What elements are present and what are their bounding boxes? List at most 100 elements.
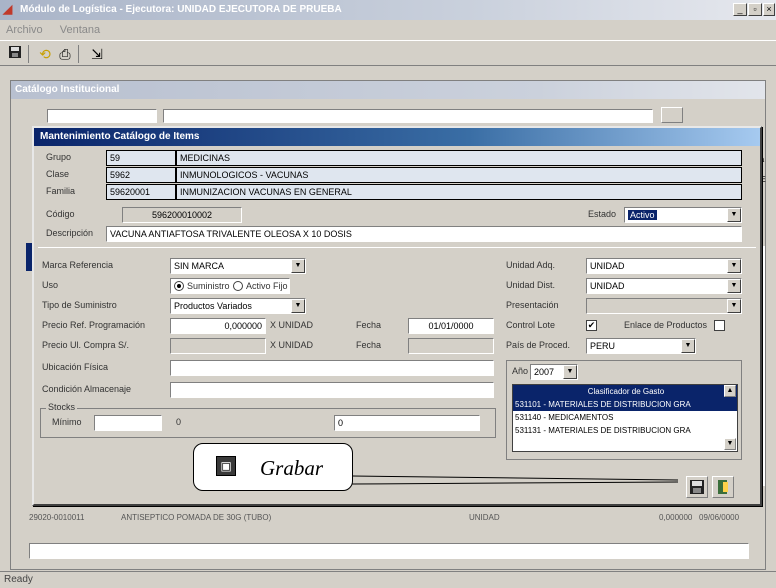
tipo-suministro-select[interactable]: Productos Variados ▼: [170, 298, 306, 314]
precio-ref-field[interactable]: 0,000000: [170, 318, 266, 334]
ubicacion-field[interactable]: [170, 360, 494, 376]
clasificador-list: Clasificador de Gasto 531101 - MATERIALE…: [512, 384, 738, 452]
app-title: Módulo de Logística - Ejecutora: UNIDAD …: [20, 4, 342, 15]
familia-code-field[interactable]: 59620001: [106, 184, 176, 200]
ubicacion-label: Ubicación Física: [42, 362, 109, 372]
chevron-down-icon[interactable]: ▼: [727, 279, 741, 293]
clasificador-row[interactable]: 531131 - MATERIALES DE DISTRIBUCION GRA: [513, 424, 737, 437]
catalog-search-box[interactable]: [47, 109, 157, 123]
unidad-dist-value: UNIDAD: [590, 281, 625, 291]
marca-label: Marca Referencia: [42, 260, 114, 270]
grupo-name-field[interactable]: MEDICINAS: [176, 150, 742, 166]
codigo-label: Código: [46, 209, 75, 219]
estado-select[interactable]: Activo ▼: [624, 207, 742, 223]
save-icon: ▣: [216, 456, 236, 476]
dialog-title: Mantenimiento Catálogo de Items: [34, 128, 760, 146]
app-title-bar: ◢ Módulo de Logística - Ejecutora: UNIDA…: [0, 0, 776, 20]
control-lote-label: Control Lote: [506, 320, 556, 330]
menu-archivo[interactable]: Archivo: [6, 24, 43, 36]
maintenance-dialog: Mantenimiento Catálogo de Items Grupo 59…: [32, 126, 762, 506]
grabar-callout: ▣ Grabar: [193, 443, 353, 491]
stocks-minimo-field[interactable]: [94, 415, 162, 431]
marca-value: SIN MARCA: [174, 261, 225, 271]
clasificador-header: Clasificador de Gasto: [513, 385, 737, 398]
uso-suministro-radio[interactable]: [174, 281, 184, 291]
clase-code-field[interactable]: 5962: [106, 167, 176, 183]
list-scroll-down-icon[interactable]: ▼: [724, 438, 736, 450]
maximize-button[interactable]: ▫: [748, 3, 762, 16]
estado-value: Activo: [628, 210, 657, 220]
clasificador-row[interactable]: 531140 - MEDICAMENTOS: [513, 411, 737, 424]
chevron-down-icon[interactable]: ▼: [681, 339, 695, 353]
bg-row-date: 09/06/0000: [699, 513, 740, 522]
uso-activo-radio[interactable]: [233, 281, 243, 291]
exit-door-icon: [718, 480, 728, 494]
clase-name-field[interactable]: INMUNOLOGICOS - VACUNAS: [176, 167, 742, 183]
refresh-icon[interactable]: ⟲: [36, 45, 54, 63]
estado-label: Estado: [588, 209, 617, 219]
grid-hscrollbar[interactable]: [29, 543, 749, 559]
stocks-maximo-field[interactable]: 0: [334, 415, 480, 431]
chevron-down-icon[interactable]: ▼: [727, 208, 741, 222]
catalog-filter-dropdown[interactable]: [661, 107, 683, 123]
chevron-down-icon[interactable]: ▼: [727, 299, 741, 313]
callout-pointer: [352, 475, 679, 485]
bg-row-desc: ANTISEPTICO POMADA DE 30G (TUBO): [121, 513, 272, 522]
unidad-dist-select[interactable]: UNIDAD ▼: [586, 278, 742, 294]
anio-value: 2007: [534, 367, 555, 377]
uso-label: Uso: [42, 280, 59, 290]
marca-select[interactable]: SIN MARCA ▼: [170, 258, 306, 274]
control-lote-checkbox[interactable]: ✔: [586, 320, 597, 331]
unidad-adq-value: UNIDAD: [590, 261, 625, 271]
precio-ult-unit: X UNIDAD: [270, 340, 314, 350]
stocks-minimo-label: Mínimo: [52, 417, 82, 427]
save-icon[interactable]: [6, 45, 24, 63]
uso-group: Suministro Activo Fijo: [170, 278, 290, 294]
app-logo-icon: ◢: [3, 2, 13, 16]
familia-name-field[interactable]: INMUNIZACION VACUNAS EN GENERAL: [176, 184, 742, 200]
presentacion-select[interactable]: ▼: [586, 298, 742, 314]
save-button[interactable]: [686, 476, 708, 498]
chevron-down-icon[interactable]: ▼: [291, 299, 305, 313]
toolbar: ⟲ ⎙ ⇲: [0, 40, 776, 66]
presentacion-label: Presentación: [506, 300, 559, 310]
divider: [38, 247, 756, 248]
menu-bar: Archivo Ventana: [0, 20, 776, 40]
toolbar-separator: [78, 45, 79, 63]
menu-ventana[interactable]: Ventana: [60, 24, 100, 36]
anio-label: Año: [512, 366, 529, 376]
pais-select[interactable]: PERU ▼: [586, 338, 696, 354]
descripcion-field[interactable]: VACUNA ANTIAFTOSA TRIVALENTE OLEOSA X 10…: [106, 226, 742, 242]
chevron-down-icon[interactable]: ▼: [563, 365, 577, 379]
anio-select[interactable]: 2007 ▼: [530, 364, 578, 380]
unidad-adq-select[interactable]: UNIDAD ▼: [586, 258, 742, 274]
enlace-productos-checkbox[interactable]: [714, 320, 725, 331]
save-icon: [690, 480, 704, 494]
chevron-down-icon[interactable]: ▼: [727, 259, 741, 273]
familia-label: Familia: [46, 186, 76, 196]
print-icon[interactable]: ⎙: [56, 45, 74, 63]
exit-icon[interactable]: ⇲: [88, 45, 106, 63]
status-bar: Ready: [0, 571, 776, 587]
clasificador-row[interactable]: 531101 - MATERIALES DE DISTRIBUCION GRA: [513, 398, 737, 411]
minimize-button[interactable]: _: [733, 3, 747, 16]
chevron-down-icon[interactable]: ▼: [291, 259, 305, 273]
unidad-adq-label: Unidad Adq.: [506, 260, 556, 270]
bg-row-unit: UNIDAD: [469, 513, 500, 522]
exit-button[interactable]: [712, 476, 734, 498]
precio-ult-field[interactable]: [170, 338, 266, 354]
fecha1-field[interactable]: 01/01/0000: [408, 318, 494, 334]
precio-ref-label: Precio Ref. Programación: [42, 320, 146, 330]
enlace-productos-label: Enlace de Productos: [624, 320, 708, 330]
pais-value: PERU: [590, 341, 616, 351]
grupo-code-field[interactable]: 59: [106, 150, 176, 166]
fecha2-label: Fecha: [356, 340, 382, 350]
condicion-field[interactable]: [170, 382, 494, 398]
codigo-field[interactable]: 596200010002: [122, 207, 242, 223]
fecha2-field[interactable]: [408, 338, 494, 354]
close-button[interactable]: ×: [763, 3, 775, 16]
unidad-dist-label: Unidad Dist.: [506, 280, 556, 290]
list-scroll-up-icon[interactable]: ▲: [724, 385, 736, 397]
descripcion-label: Descripción: [46, 228, 94, 238]
catalog-filter-box[interactable]: [163, 109, 653, 123]
